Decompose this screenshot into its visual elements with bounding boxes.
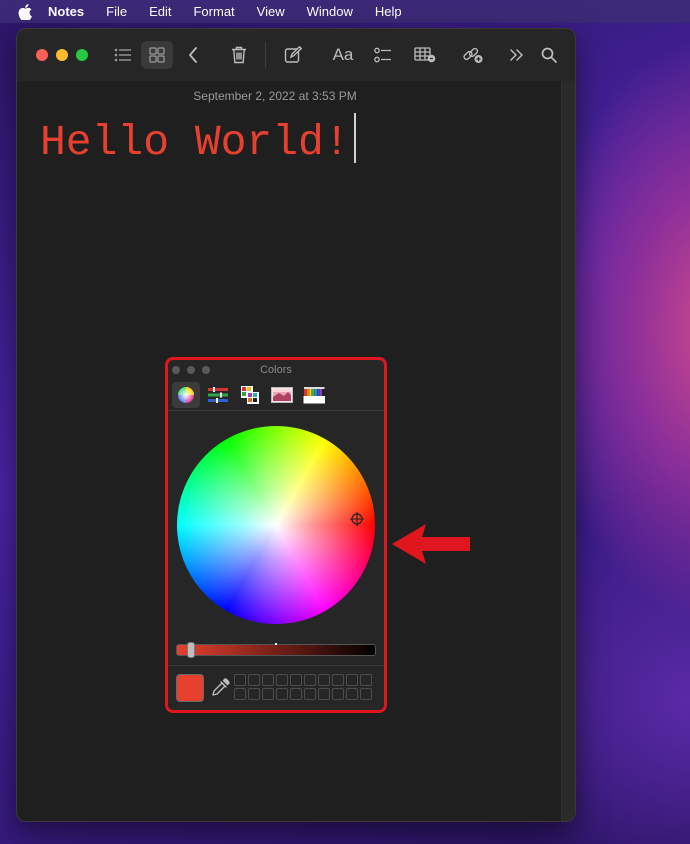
swatch-slot[interactable] [290, 674, 302, 686]
compose-icon [284, 46, 302, 63]
pencils-tab[interactable] [300, 382, 328, 408]
text-cursor [353, 113, 356, 163]
swatch-slot[interactable] [290, 688, 302, 700]
swatch-slot[interactable] [332, 674, 344, 686]
search-icon [541, 47, 557, 63]
toolbar-divider [265, 42, 266, 68]
more-icon [510, 49, 523, 61]
checklist-button[interactable] [369, 41, 397, 69]
list-view-button[interactable] [109, 41, 137, 69]
brightness-slider[interactable] [176, 642, 376, 658]
back-button[interactable] [181, 41, 205, 69]
swatch-slot[interactable] [276, 688, 288, 700]
swatch-slot[interactable] [304, 688, 316, 700]
menu-notes[interactable]: Notes [48, 4, 84, 19]
list-view-icon [114, 48, 131, 62]
color-picker-crosshair-icon[interactable] [350, 512, 364, 526]
minimize-button[interactable] [56, 49, 68, 61]
collaborate-icon [463, 47, 483, 63]
color-mode-tabs [168, 380, 384, 410]
color-wheel[interactable] [177, 426, 375, 624]
red-pointer-arrow [392, 524, 470, 564]
color-sliders-icon [208, 387, 228, 403]
table-icon [414, 47, 436, 63]
menu-edit[interactable]: Edit [149, 4, 171, 19]
swatch-slot[interactable] [360, 674, 372, 686]
checklist-icon [374, 47, 391, 63]
apple-icon[interactable] [18, 3, 34, 20]
more-button[interactable] [505, 41, 529, 69]
menu-file[interactable]: File [106, 4, 127, 19]
zoom-button[interactable] [76, 49, 88, 61]
swatch-slot[interactable] [318, 688, 330, 700]
swatch-slot[interactable] [276, 674, 288, 686]
swatch-slot[interactable] [304, 674, 316, 686]
gallery-view-button[interactable] [141, 41, 173, 69]
scrollbar[interactable] [561, 81, 575, 821]
swatch-slot[interactable] [346, 674, 358, 686]
format-button[interactable]: Aa [327, 41, 359, 69]
panel-divider [168, 665, 384, 666]
saved-swatches-grid [234, 674, 372, 700]
menu-view[interactable]: View [257, 4, 285, 19]
swatch-slot[interactable] [234, 674, 246, 686]
swatch-slot[interactable] [234, 688, 246, 700]
pencils-icon [303, 387, 325, 404]
color-wheel-tab[interactable] [172, 382, 200, 408]
table-button[interactable] [411, 41, 439, 69]
colors-panel: Colors [165, 357, 387, 713]
menu-format[interactable]: Format [193, 4, 234, 19]
color-sliders-tab[interactable] [204, 382, 232, 408]
close-button[interactable] [36, 49, 48, 61]
swatch-slot[interactable] [318, 674, 330, 686]
swatch-slot[interactable] [332, 688, 344, 700]
swatch-slot[interactable] [248, 674, 260, 686]
menu-bar: Notes File Edit Format View Window Help [0, 0, 690, 23]
panel-divider [168, 410, 384, 411]
note-text: Hello World! [40, 118, 350, 167]
image-palettes-icon [271, 387, 293, 403]
gallery-view-icon [149, 47, 165, 63]
delete-button[interactable] [225, 41, 253, 69]
toolbar: Aa [17, 29, 575, 81]
swatch-slot[interactable] [262, 688, 274, 700]
trash-icon [232, 46, 246, 64]
window-controls [36, 49, 96, 61]
color-wheel-icon [178, 387, 194, 403]
current-color-swatch[interactable] [176, 674, 204, 702]
image-palettes-tab[interactable] [268, 382, 296, 408]
note-date: September 2, 2022 at 3:53 PM [193, 89, 357, 103]
collaborate-button[interactable] [459, 41, 487, 69]
swatch-slot[interactable] [262, 674, 274, 686]
swatch-slot[interactable] [360, 688, 372, 700]
color-palettes-icon [241, 386, 259, 404]
panel-title: Colors [260, 364, 292, 376]
brightness-slider-thumb[interactable] [187, 642, 195, 658]
search-button[interactable] [537, 41, 561, 69]
eyedropper-icon[interactable] [210, 678, 230, 698]
back-icon [189, 47, 197, 63]
compose-button[interactable] [279, 41, 307, 69]
menu-window[interactable]: Window [307, 4, 353, 19]
swatch-slot[interactable] [248, 688, 260, 700]
slider-center-tick [275, 643, 277, 645]
menu-help[interactable]: Help [375, 4, 402, 19]
note-editor[interactable]: Hello World! [40, 113, 356, 167]
swatch-slot[interactable] [346, 688, 358, 700]
color-palettes-tab[interactable] [236, 382, 264, 408]
